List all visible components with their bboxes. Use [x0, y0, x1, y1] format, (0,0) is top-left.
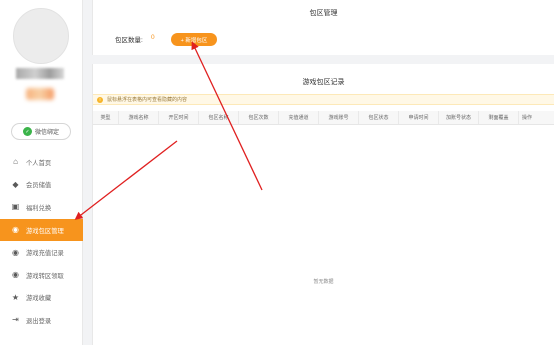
column-header: 包区次数 — [239, 111, 279, 124]
home-icon: ⌂ — [13, 157, 18, 167]
wechat-bind-button[interactable]: ✓ 微信绑定 — [11, 123, 71, 140]
sidebar-item-logout[interactable]: ⇥ 退出登录 — [0, 309, 83, 332]
sidebar-item-label: 游戏充值记录 — [26, 250, 64, 258]
sidebar-item-member-recharge[interactable]: ◆ 会员储值 — [0, 174, 83, 197]
sidebar: ✓ 微信绑定 ⌂ 个人首页 ◆ 会员储值 ▣ 福利兑换 ◉ 游戏包区管理 ◉ 游… — [0, 0, 83, 345]
column-header: 类型 — [93, 111, 119, 124]
avatar[interactable] — [13, 8, 69, 64]
sidebar-item-home[interactable]: ⌂ 个人首页 — [0, 151, 83, 174]
column-header: 加账号状态 — [439, 111, 479, 124]
sidebar-item-label: 退出登录 — [26, 317, 52, 325]
star-icon: ★ — [11, 292, 20, 302]
sidebar-item-welfare-exchange[interactable]: ▣ 福利兑换 — [0, 196, 83, 219]
column-header: 游戏名称 — [119, 111, 159, 124]
gamepad-icon: ◉ — [12, 225, 19, 235]
zone-count-label: 包区数量: — [115, 37, 143, 44]
column-header: 开区时间 — [159, 111, 199, 124]
sidebar-item-label: 福利兑换 — [26, 204, 52, 212]
records-title: 游戏包区记录 — [302, 79, 345, 86]
column-header: 充值通道 — [279, 111, 319, 124]
column-header: 申请时间 — [399, 111, 439, 124]
info-icon: ! — [97, 96, 103, 103]
sidebar-item-label: 会员储值 — [26, 182, 52, 190]
add-zone-button[interactable]: + 新增包区 — [171, 33, 217, 46]
sidebar-item-label: 游戏转区领取 — [26, 272, 64, 280]
sidebar-item-game-zone-management[interactable]: ◉ 游戏包区管理 — [0, 218, 83, 242]
sidebar-item-game-favorites[interactable]: ★ 游戏收藏 — [0, 287, 83, 310]
notice-text: 鼠标悬浮在表格内可查看隐藏的内容 — [107, 97, 188, 103]
blurred-member-badge — [26, 88, 54, 100]
column-header: 包区名称 — [199, 111, 239, 124]
page-title: 包区管理 — [309, 10, 338, 17]
sidebar-item-label: 游戏包区管理 — [26, 227, 64, 235]
gamepad-icon: ◉ — [12, 270, 19, 280]
table-header: 类型 游戏名称 开区时间 包区名称 包区次数 充值通道 游戏账号 包区状态 申请… — [93, 111, 554, 125]
zone-management-panel: 包区管理 包区数量: 0 + 新增包区 — [92, 0, 554, 55]
column-header: 游戏账号 — [319, 111, 359, 124]
blurred-username — [16, 68, 64, 79]
sidebar-item-label: 个人首页 — [26, 159, 52, 167]
sidebar-item-game-zone-transfer[interactable]: ◉ 游戏转区领取 — [0, 264, 83, 287]
column-header: 剩面覆盖 — [479, 111, 519, 124]
diamond-icon: ◆ — [12, 179, 19, 189]
zone-count-value: 0 — [151, 34, 155, 41]
sidebar-item-game-recharge-records[interactable]: ◉ 游戏充值记录 — [0, 241, 83, 264]
gamepad-icon: ◉ — [12, 247, 19, 257]
wechat-bind-label: 微信绑定 — [34, 130, 59, 136]
logout-icon: ⇥ — [12, 315, 19, 325]
empty-state-text: 暂无数据 — [313, 279, 334, 285]
column-header: 操作 — [521, 115, 532, 121]
wechat-icon: ✓ — [22, 127, 32, 136]
sidebar-item-label: 游戏收藏 — [26, 295, 52, 303]
sidebar-nav: ⌂ 个人首页 ◆ 会员储值 ▣ 福利兑换 ◉ 游戏包区管理 ◉ 游戏充值记录 ◉… — [0, 151, 83, 332]
zone-records-panel: 游戏包区记录 ! 鼠标悬浮在表格内可查看隐藏的内容 类型 游戏名称 开区时间 包… — [92, 64, 554, 345]
column-header: 包区状态 — [359, 111, 399, 124]
gift-icon: ▣ — [11, 202, 20, 212]
hover-notice-bar: ! 鼠标悬浮在表格内可查看隐藏的内容 — [93, 94, 554, 105]
